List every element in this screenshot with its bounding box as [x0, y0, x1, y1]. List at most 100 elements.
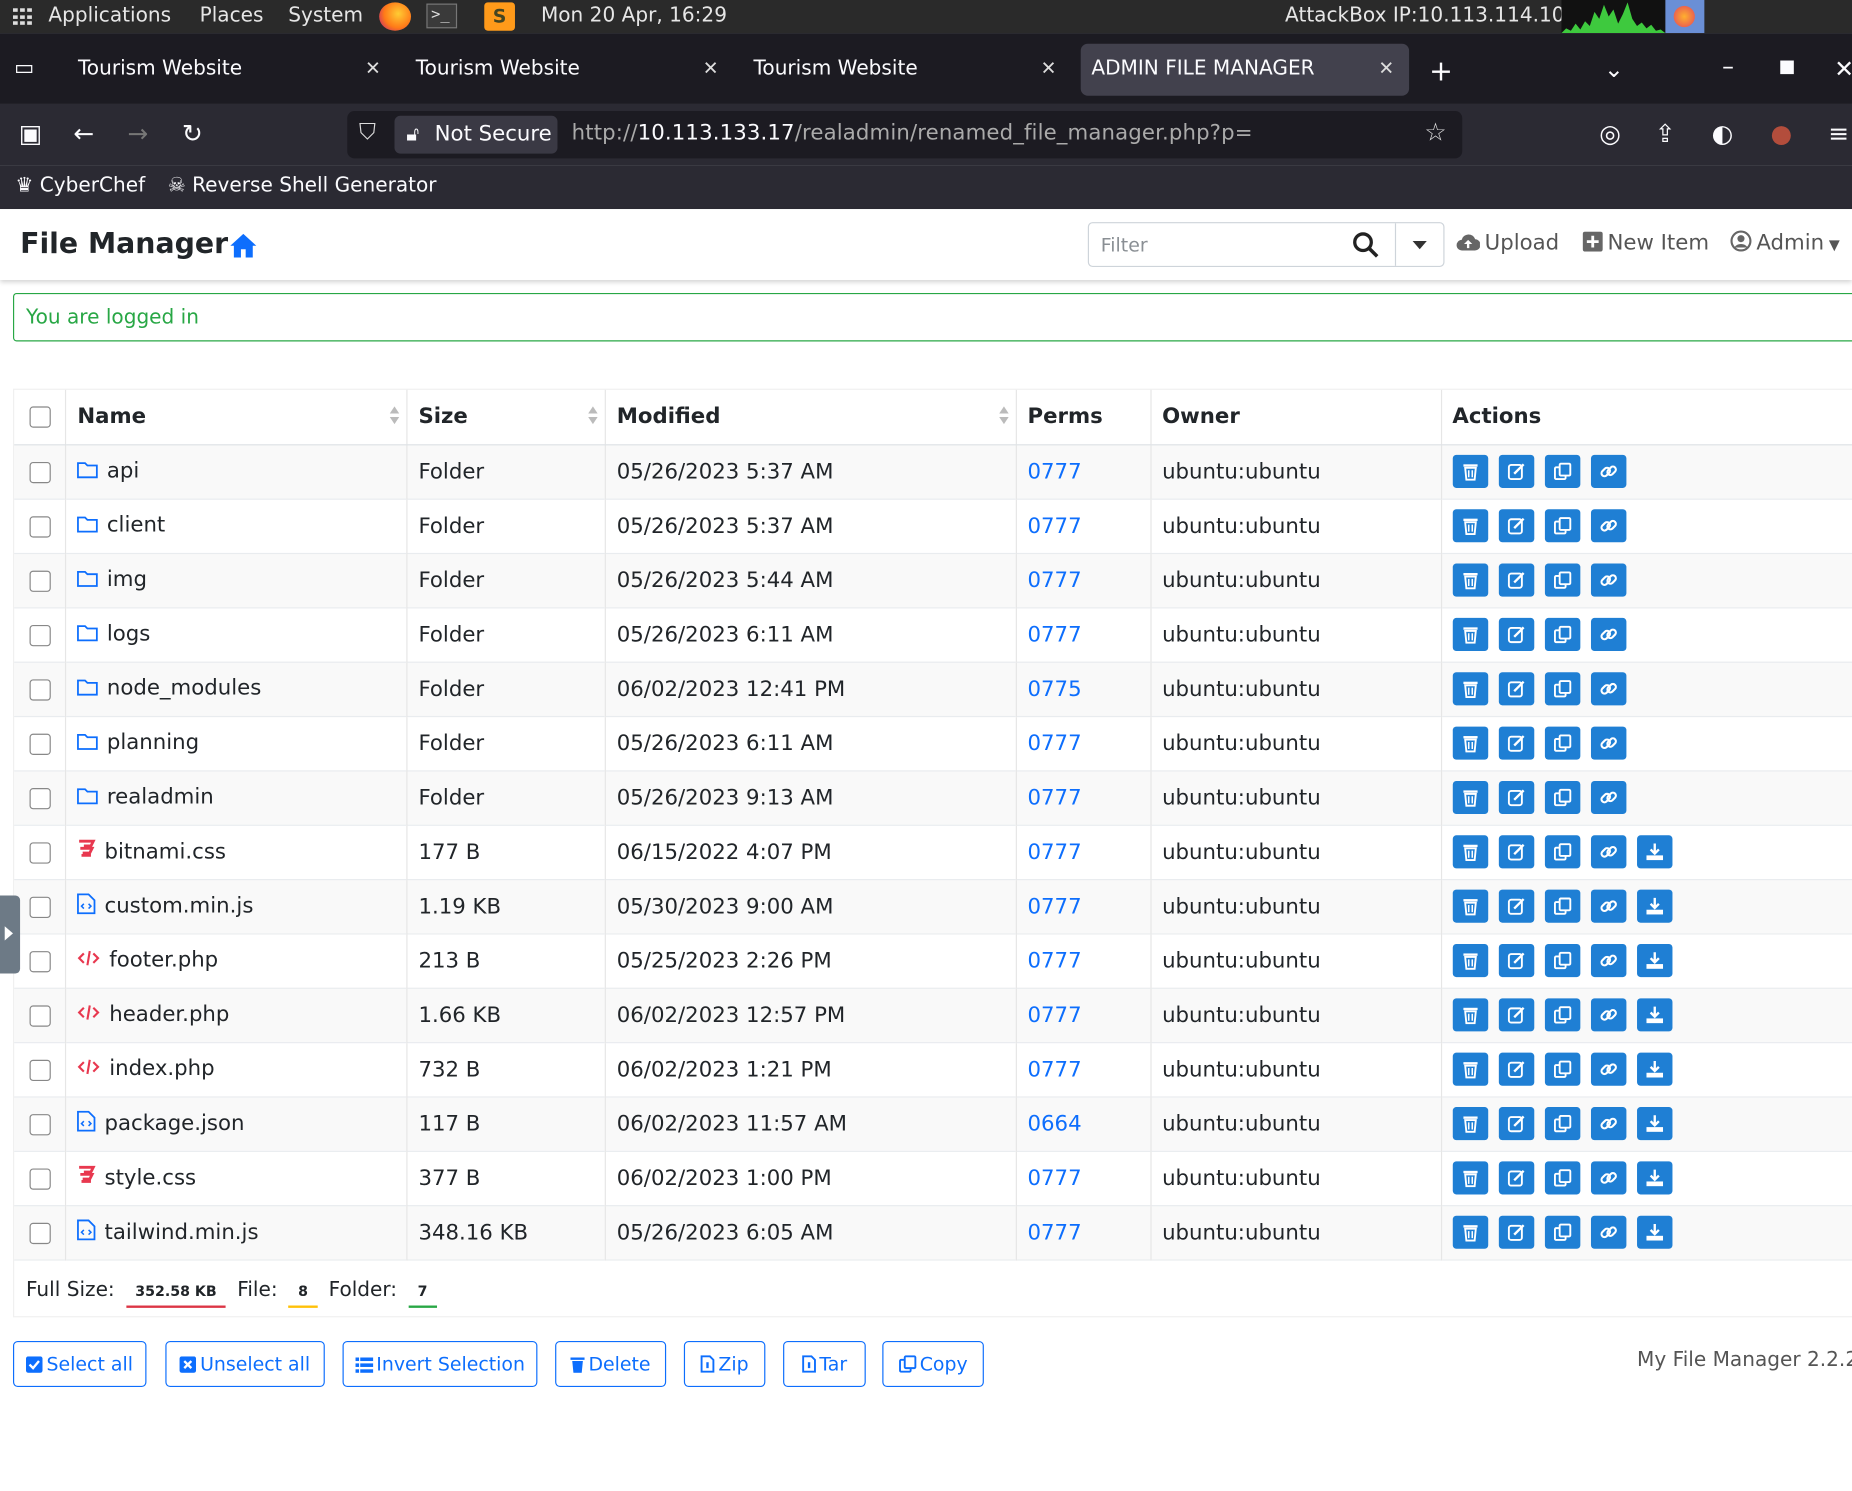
file-name-link[interactable]: tailwind.min.js	[105, 1219, 259, 1244]
invert-selection-button[interactable]: Invert Selection	[342, 1340, 538, 1388]
delete-row-button[interactable]	[1452, 454, 1488, 488]
header-modified[interactable]: Modified	[605, 389, 1017, 445]
file-name-cell[interactable]: realadmin	[66, 770, 408, 825]
table-row[interactable]: api Folder 05/26/2023 5:37 AM 0777 ubuntu:ub…	[14, 444, 1852, 499]
tab-tourism-2[interactable]: Tourism Website ✕	[405, 44, 736, 96]
copy-row-button[interactable]	[1544, 889, 1580, 923]
rename-row-button[interactable]	[1498, 889, 1534, 923]
file-name-cell[interactable]: client	[66, 498, 408, 553]
table-row[interactable]: node_modules Folder 06/02/2023 12:41 PM 077…	[14, 661, 1852, 716]
file-name-link[interactable]: index.php	[109, 1057, 214, 1082]
search-icon[interactable]	[1351, 230, 1382, 258]
close-tab-icon[interactable]: ✕	[365, 57, 381, 79]
file-name-link[interactable]: package.json	[105, 1111, 245, 1136]
file-perms-link[interactable]: 0777	[1028, 839, 1082, 864]
close-window-icon[interactable]: ✕	[1834, 54, 1852, 82]
copy-row-button[interactable]	[1544, 509, 1580, 543]
table-row[interactable]: footer.php 213 B 05/25/2023 2:26 PM 0777 ubu…	[14, 933, 1852, 988]
link-row-button[interactable]	[1590, 563, 1627, 597]
file-name-cell[interactable]: header.php	[66, 987, 408, 1043]
download-row-button[interactable]	[1636, 889, 1673, 923]
close-tab-icon[interactable]: ✕	[703, 57, 719, 79]
list-tabs-chevron-icon[interactable]: ⌄	[1604, 54, 1624, 82]
foxyproxy-icon[interactable]: ◐	[1711, 119, 1733, 147]
download-row-button[interactable]	[1636, 1215, 1673, 1249]
file-name-link[interactable]: img	[107, 567, 147, 592]
link-row-button[interactable]	[1590, 780, 1627, 815]
link-row-button[interactable]	[1590, 617, 1627, 651]
row-checkbox[interactable]	[29, 787, 51, 809]
copy-row-button[interactable]	[1544, 1107, 1580, 1141]
rename-row-button[interactable]	[1498, 726, 1534, 760]
file-perms-link[interactable]: 0775	[1028, 676, 1082, 701]
rename-row-button[interactable]	[1498, 1107, 1534, 1141]
apps-grid-icon[interactable]	[12, 8, 32, 26]
link-row-button[interactable]	[1590, 1052, 1627, 1086]
table-row[interactable]: logs Folder 05/26/2023 6:11 AM 0777 ubuntu:u…	[14, 607, 1852, 662]
upload-link[interactable]: Upload	[1456, 230, 1559, 257]
table-row[interactable]: package.json 117 B 06/02/2023 11:57 AM 0664…	[14, 1096, 1852, 1151]
rename-row-button[interactable]	[1498, 509, 1534, 543]
firefox-window-icon[interactable]	[1665, 0, 1705, 34]
download-row-button[interactable]	[1636, 835, 1673, 869]
rename-row-button[interactable]	[1498, 998, 1534, 1032]
url-text[interactable]: http://10.113.133.17/realadmin/renamed_f…	[572, 121, 1253, 146]
extensions-icon[interactable]: ⇪	[1655, 119, 1676, 147]
filter-dropdown-toggle[interactable]	[1394, 223, 1445, 266]
row-checkbox[interactable]	[29, 950, 51, 972]
rename-row-button[interactable]	[1498, 943, 1534, 978]
delete-row-button[interactable]	[1452, 726, 1488, 760]
address-bar[interactable]: ⛉ 🔓︎ Not Secure http://10.113.133.17/rea…	[347, 111, 1463, 159]
file-perms-link[interactable]: 0777	[1028, 622, 1082, 647]
close-tab-icon[interactable]: ✕	[1378, 57, 1394, 79]
file-perms-link[interactable]: 0777	[1028, 1002, 1082, 1027]
delete-row-button[interactable]	[1452, 1052, 1488, 1086]
back-icon[interactable]: ←	[73, 119, 94, 147]
new-item-link[interactable]: New Item	[1582, 230, 1709, 257]
file-perms-link[interactable]: 0664	[1028, 1111, 1082, 1136]
file-perms-link[interactable]: 0777	[1028, 568, 1082, 593]
file-name-cell[interactable]: package.json	[66, 1096, 408, 1151]
row-checkbox[interactable]	[29, 570, 51, 592]
row-checkbox[interactable]	[29, 1004, 51, 1027]
copy-row-button[interactable]	[1544, 454, 1580, 488]
link-row-button[interactable]	[1590, 509, 1627, 543]
row-checkbox[interactable]	[29, 678, 51, 701]
copy-row-button[interactable]	[1544, 943, 1580, 978]
table-row[interactable]: index.php 732 B 06/02/2023 1:21 PM 0777 ubun…	[14, 1042, 1852, 1097]
delete-row-button[interactable]	[1452, 1161, 1488, 1195]
file-perms-link[interactable]: 0777	[1028, 785, 1082, 810]
tab-tourism-3[interactable]: Tourism Website ✕	[743, 44, 1074, 96]
table-row[interactable]: tailwind.min.js 348.16 KB 05/26/2023 6:05 …	[14, 1205, 1852, 1260]
delete-row-button[interactable]	[1452, 998, 1488, 1032]
row-checkbox[interactable]	[29, 896, 51, 918]
delete-row-button[interactable]	[1452, 563, 1488, 597]
rename-row-button[interactable]	[1498, 1161, 1534, 1195]
row-checkbox[interactable]	[29, 841, 51, 864]
select-all-checkbox[interactable]	[29, 406, 51, 428]
table-row[interactable]: img Folder 05/26/2023 5:44 AM 0777 ubuntu:ub…	[14, 552, 1852, 608]
shield-icon[interactable]: ⛉	[359, 119, 376, 145]
delete-button[interactable]: Delete	[555, 1340, 667, 1388]
link-row-button[interactable]	[1590, 726, 1627, 760]
file-name-cell[interactable]: api	[66, 444, 408, 499]
row-checkbox[interactable]	[29, 1167, 51, 1190]
link-row-button[interactable]	[1590, 835, 1627, 869]
tab-tourism-1[interactable]: Tourism Website ✕	[67, 44, 398, 96]
close-tab-icon[interactable]: ✕	[1041, 57, 1057, 79]
select-all-button[interactable]: Select all	[12, 1340, 147, 1388]
file-name-cell[interactable]: footer.php	[66, 933, 408, 988]
link-row-button[interactable]	[1590, 943, 1627, 978]
file-perms-link[interactable]: 0777	[1028, 1166, 1082, 1191]
terminal-launcher-icon[interactable]: >_	[426, 3, 458, 29]
table-row[interactable]: custom.min.js 1.19 KB 05/30/2023 9:00 AM 07…	[14, 879, 1852, 934]
home-icon[interactable]	[229, 233, 257, 259]
link-row-button[interactable]	[1590, 672, 1627, 706]
file-name-cell[interactable]: node_modules	[66, 661, 408, 716]
download-row-button[interactable]	[1636, 1052, 1673, 1086]
copy-row-button[interactable]	[1544, 998, 1580, 1032]
sublime-launcher-icon[interactable]: S	[484, 2, 515, 31]
firefox-launcher-icon[interactable]	[379, 2, 412, 31]
delete-row-button[interactable]	[1452, 835, 1488, 869]
file-name-link[interactable]: header.php	[109, 1002, 229, 1027]
